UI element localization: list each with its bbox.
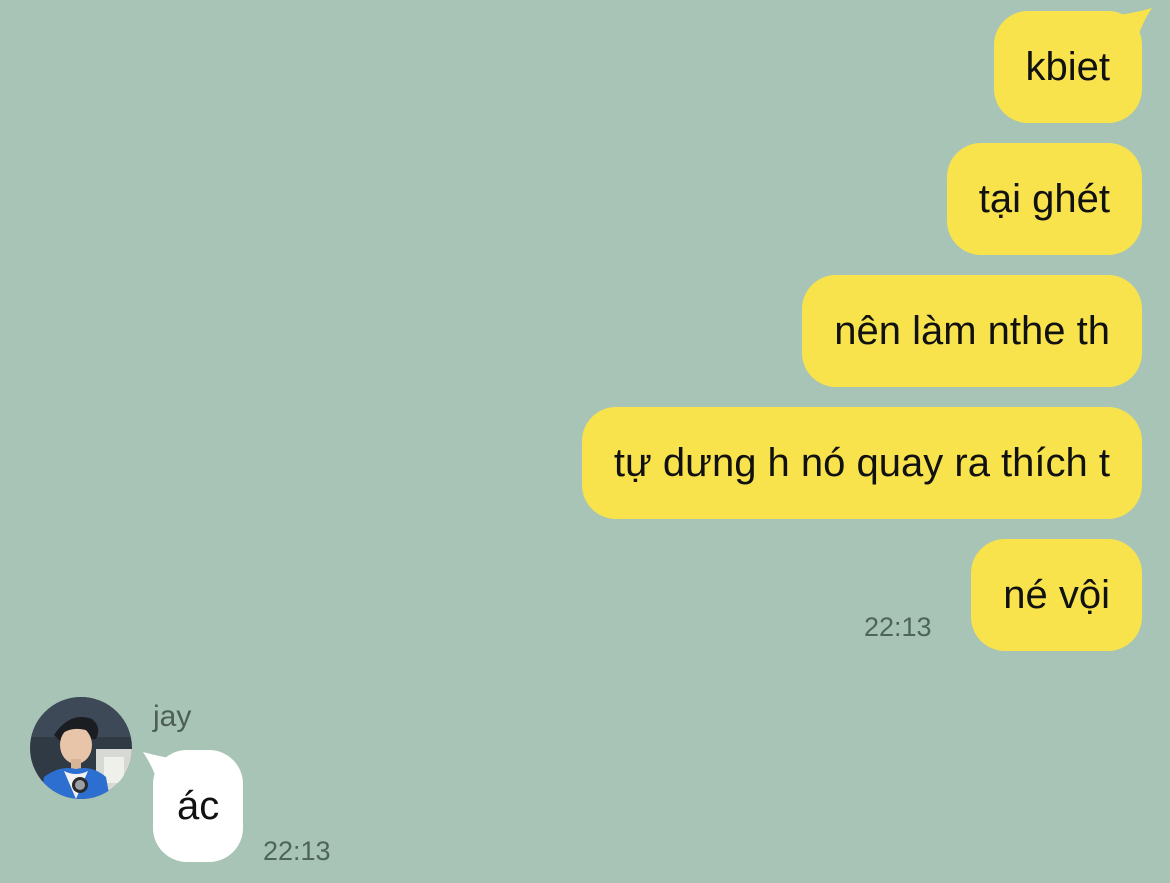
outgoing-timestamp: 22:13 — [864, 612, 932, 642]
incoming-timestamp: 22:13 — [263, 836, 331, 866]
outgoing-message-text: né vội — [1003, 573, 1110, 617]
sender-avatar[interactable] — [30, 697, 132, 799]
outgoing-message-bubble[interactable]: tự dưng h nó quay ra thích t — [581, 407, 1142, 519]
incoming-message-text: ác — [177, 784, 220, 828]
outgoing-message-bubble[interactable]: nên làm nthe th — [802, 275, 1142, 387]
outgoing-message-text: tại ghét — [978, 177, 1110, 221]
outgoing-message-bubble[interactable]: kbiet — [993, 11, 1142, 123]
outgoing-message-text: kbiet — [1025, 45, 1111, 89]
person-avatar-icon — [30, 697, 132, 799]
outgoing-message-text: tự dưng h nó quay ra thích t — [613, 441, 1110, 485]
sender-name: jay — [153, 700, 192, 733]
outgoing-message-text: nên làm nthe th — [834, 309, 1110, 353]
chat-view: kbiet tại ghét nên làm nthe th tự dưng h… — [0, 0, 1170, 883]
outgoing-message-bubble[interactable]: tại ghét — [946, 143, 1142, 255]
outgoing-message-bubble[interactable]: né vội — [971, 539, 1142, 651]
incoming-message-bubble[interactable]: ác — [153, 750, 244, 862]
